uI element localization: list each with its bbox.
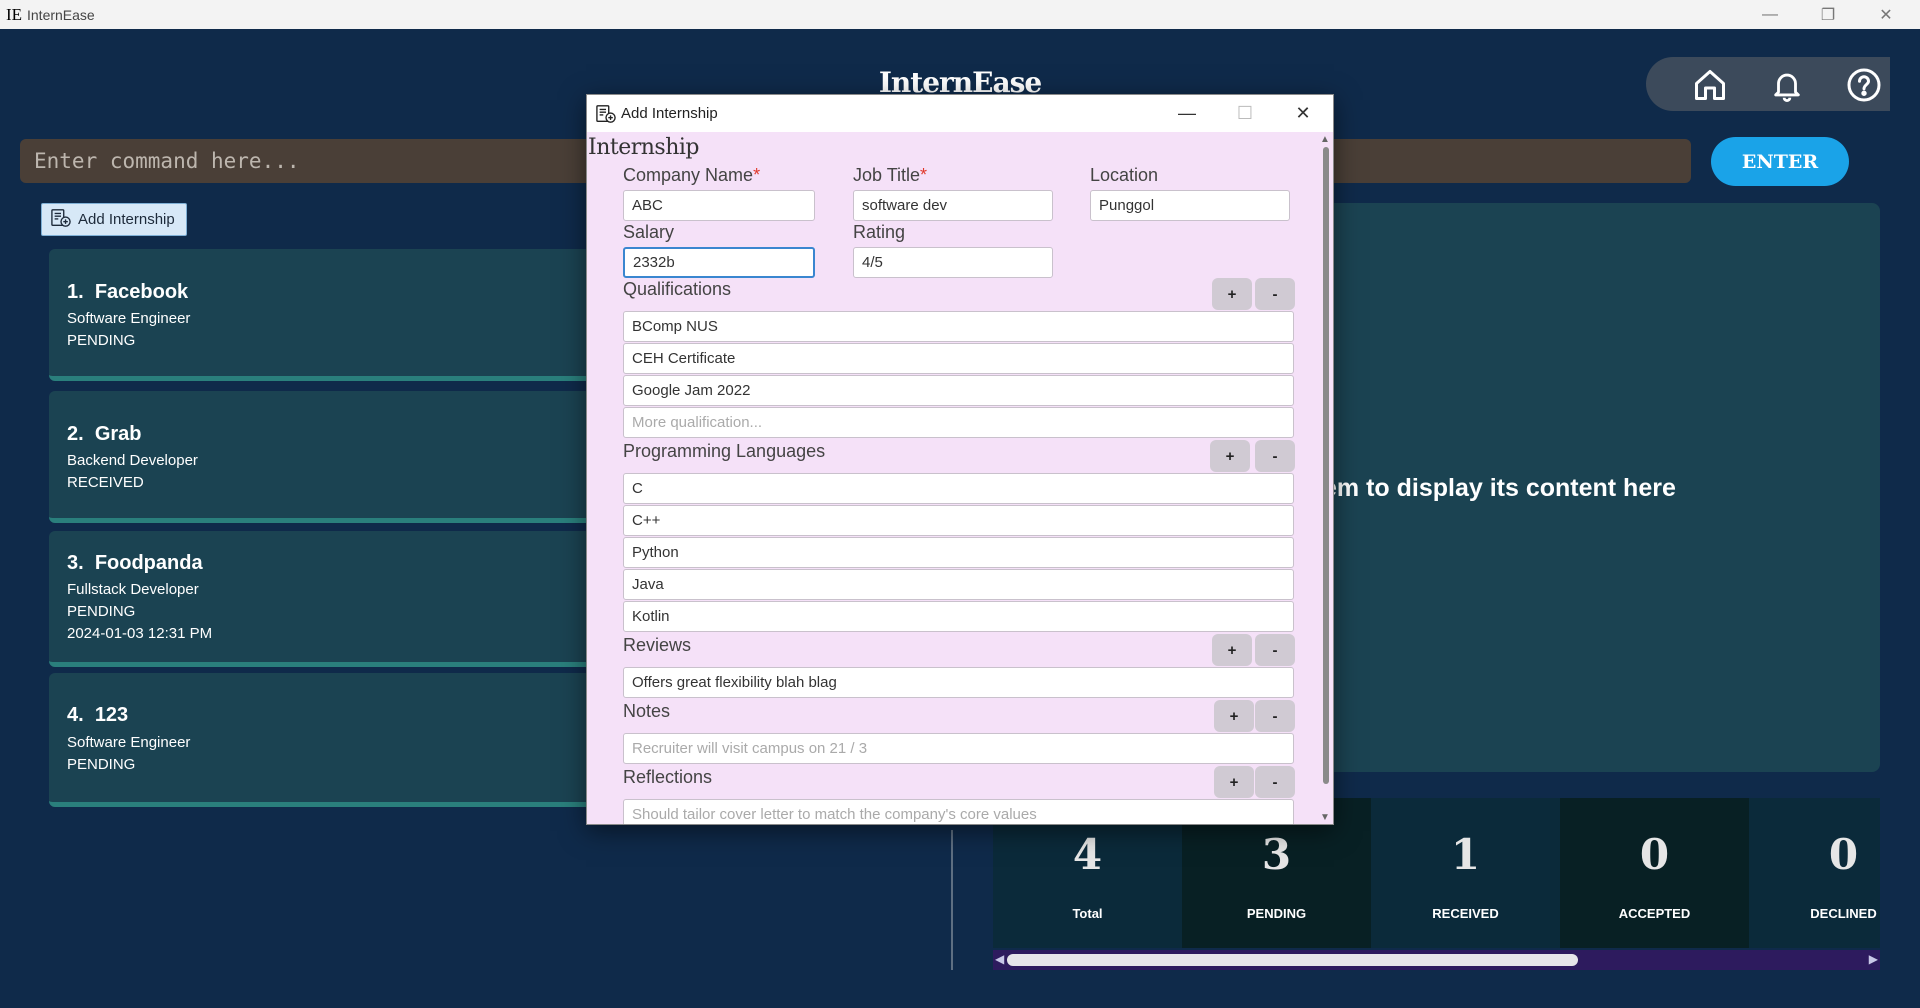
stats-horizontal-scrollbar[interactable]: ◀ ▶ [993,950,1880,970]
qualification-field[interactable] [623,343,1294,374]
stat-label: DECLINED [1810,906,1877,921]
card-role: Fullstack Developer [67,581,199,598]
qualification-field[interactable] [623,375,1294,406]
scroll-up-icon[interactable]: ▲ [1320,134,1330,145]
remove-review-button[interactable]: - [1255,634,1295,666]
company-name-field[interactable] [623,190,815,221]
stat-accepted: 0 ACCEPTED [1560,798,1749,948]
top-icon-bar [1646,57,1890,111]
stat-value: 0 [1828,830,1859,879]
stat-received: 1 RECEIVED [1371,798,1560,948]
stat-value: 4 [1072,830,1103,879]
card-status: PENDING [67,332,136,349]
note-field[interactable] [623,733,1294,764]
home-icon[interactable] [1690,65,1730,105]
rating-field[interactable] [853,247,1053,278]
form-title: Internship [588,135,699,160]
scroll-left-icon[interactable]: ◀ [995,952,1004,966]
enter-button[interactable]: ENTER [1711,137,1849,186]
os-titlebar: IE InternEase — ❐ ✕ [0,0,1920,29]
bell-icon[interactable] [1767,65,1807,105]
language-field[interactable] [623,569,1294,600]
add-review-button[interactable]: + [1212,634,1252,666]
job-title-field[interactable] [853,190,1053,221]
remove-language-button[interactable]: - [1255,440,1295,472]
dialog-vertical-scrollbar[interactable]: ▲ ▼ [1319,132,1333,824]
internship-card[interactable]: 3. Foodpanda Fullstack Developer PENDING… [49,531,609,667]
window-close-button[interactable]: ✕ [1857,0,1915,29]
card-role: Backend Developer [67,452,198,469]
job-title-label: Job Title* [853,165,928,185]
card-status: PENDING [67,756,136,773]
add-language-button[interactable]: + [1210,440,1250,472]
reviews-label: Reviews [623,635,692,655]
internship-card[interactable]: 1. Facebook Software Engineer PENDING [49,249,609,381]
language-field[interactable] [623,473,1294,504]
card-title: 1. Facebook [67,281,189,303]
card-role: Software Engineer [67,734,191,751]
add-document-icon [595,104,617,129]
stat-value: 1 [1450,830,1481,879]
internship-card[interactable]: 4. 123 Software Engineer PENDING [49,673,609,807]
stat-value: 3 [1261,830,1292,879]
dialog-minimize-button[interactable]: — [1159,97,1215,130]
app-logo-icon: IE [6,5,23,24]
qualifications-label: Qualifications [623,279,732,299]
stat-label: RECEIVED [1432,906,1499,921]
language-field[interactable] [623,505,1294,536]
add-internship-button[interactable]: Add Internship [41,203,187,236]
salary-label: Salary [623,222,675,242]
reflection-field[interactable] [623,799,1294,824]
company-name-label: Company Name* [623,165,761,185]
window-title: InternEase [27,7,95,23]
internship-card[interactable]: 2. Grab Backend Developer RECEIVED [49,391,609,523]
scrollbar-thumb[interactable] [1323,147,1329,784]
add-internship-label: Add Internship [78,211,175,228]
rating-label: Rating [853,222,906,242]
card-date: 2024-01-03 12:31 PM [67,625,213,642]
language-field[interactable] [623,601,1294,632]
help-icon[interactable] [1844,65,1884,105]
stat-value: 0 [1639,830,1670,879]
add-note-button[interactable]: + [1214,700,1254,732]
remove-note-button[interactable]: - [1255,700,1295,732]
review-field[interactable] [623,667,1294,698]
scroll-down-icon[interactable]: ▼ [1320,812,1330,823]
remove-qualification-button[interactable]: - [1255,278,1295,310]
dialog-title: Add Internship [621,105,718,122]
location-label: Location [1090,165,1159,185]
stat-label: Total [1072,906,1103,921]
display-placeholder-message: em to display its content here [1323,474,1676,502]
vertical-divider [951,830,953,970]
card-title: 2. Grab [67,423,142,445]
dialog-maximize-button: ☐ [1236,103,1254,123]
scrollbar-thumb[interactable] [1007,954,1578,966]
reflections-label: Reflections [623,767,713,787]
language-field[interactable] [623,537,1294,568]
card-status: PENDING [67,603,136,620]
salary-field[interactable] [623,247,815,278]
card-role: Software Engineer [67,310,191,327]
programming-languages-label: Programming Languages [623,441,826,461]
add-qualification-button[interactable]: + [1212,278,1252,310]
dialog-close-button[interactable]: ✕ [1275,97,1331,130]
stat-declined: 0 DECLINED [1749,798,1880,948]
remove-reflection-button[interactable]: - [1255,766,1295,798]
stat-label: PENDING [1246,906,1307,921]
card-title: 4. 123 [67,704,129,726]
location-field[interactable] [1090,190,1290,221]
stat-label: ACCEPTED [1618,906,1691,921]
dialog-titlebar: Add Internship — ☐ ✕ [587,95,1333,132]
qualification-new-field[interactable] [623,407,1294,438]
add-document-icon [50,208,72,232]
notes-label: Notes [623,701,671,721]
qualification-field[interactable] [623,311,1294,342]
card-status: RECEIVED [67,474,144,491]
add-reflection-button[interactable]: + [1214,766,1254,798]
card-title: 3. Foodpanda [67,552,203,574]
scroll-right-icon[interactable]: ▶ [1869,952,1878,966]
add-internship-dialog: Add Internship — ☐ ✕ Internship Company … [586,94,1334,825]
window-maximize-button[interactable]: ❐ [1799,0,1857,29]
window-minimize-button[interactable]: — [1741,0,1799,29]
